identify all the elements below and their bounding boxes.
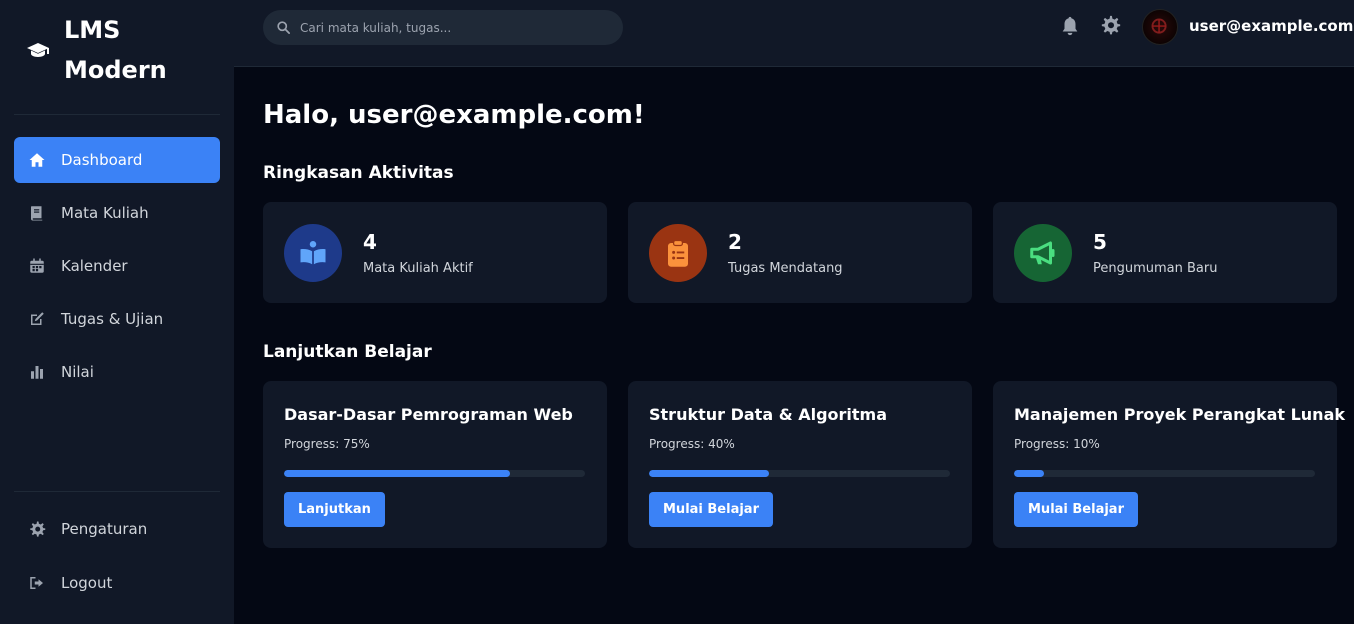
topbar: user@example.com (234, 0, 1354, 67)
edit-icon (28, 310, 46, 328)
brand-title: LMS Modern (64, 16, 167, 84)
stat-value: 5 (1093, 230, 1107, 254)
sidebar-divider (14, 491, 220, 492)
start-learning-button[interactable]: Mulai Belajar (649, 492, 773, 527)
course-title[interactable]: Dasar-Dasar Pemrograman Web (284, 405, 573, 424)
bar-chart-icon (28, 363, 46, 381)
course-title[interactable]: Manajemen Proyek Perangkat Lunak (1014, 405, 1345, 424)
avatar[interactable] (1142, 9, 1178, 45)
sidebar-item-label: Mata Kuliah (61, 204, 149, 222)
stat-value: 4 (363, 230, 377, 254)
stat-label: Pengumuman Baru (1093, 261, 1218, 276)
start-learning-button[interactable]: Mulai Belajar (1014, 492, 1138, 527)
course-title[interactable]: Struktur Data & Algoritma (649, 405, 887, 424)
stat-icon-circle (284, 224, 342, 282)
sidebar-item-nilai[interactable]: Nilai (14, 349, 220, 395)
course-card: Manajemen Proyek Perangkat Lunak Progres… (993, 381, 1345, 548)
clipboard-list-icon (668, 239, 688, 267)
progress-bar-fill (649, 470, 770, 477)
gear-icon[interactable] (1100, 15, 1122, 37)
sidebar-item-label: Kalender (61, 257, 128, 275)
graduation-cap-icon (26, 38, 50, 62)
sidebar-item-label: Pengaturan (61, 520, 148, 538)
sidebar-divider (14, 114, 220, 115)
book-icon (28, 204, 46, 222)
continue-title: Lanjutkan Belajar (263, 342, 432, 362)
course-progress-text: Progress: 10% (1014, 437, 1100, 451)
gear-icon (28, 520, 46, 538)
progress-bar (649, 470, 950, 477)
sidebar-item-label: Tugas & Ujian (61, 310, 164, 328)
user-email[interactable]: user@example.com (1189, 17, 1353, 35)
brand[interactable]: LMS Modern (26, 10, 184, 90)
home-icon (28, 151, 46, 169)
stat-label: Mata Kuliah Aktif (363, 261, 473, 276)
search-icon (277, 21, 290, 34)
stat-card-assignments[interactable]: 2 Tugas Mendatang (628, 202, 972, 303)
stat-card-announcements[interactable]: 5 Pengumuman Baru (993, 202, 1337, 303)
progress-bar-fill (284, 470, 510, 477)
page-title: Halo, user@example.com! (263, 100, 645, 130)
stat-icon-circle (649, 224, 707, 282)
bullhorn-icon (1030, 241, 1055, 265)
book-open-icon (300, 241, 326, 265)
stat-label: Tugas Mendatang (728, 261, 843, 276)
course-card: Struktur Data & Algoritma Progress: 40% … (628, 381, 972, 548)
sidebar-item-pengaturan[interactable]: Pengaturan (14, 506, 220, 552)
sidebar-item-label: Logout (61, 574, 113, 592)
sidebar-item-mata-kuliah[interactable]: Mata Kuliah (14, 190, 220, 236)
sidebar-item-logout[interactable]: Logout (14, 560, 220, 606)
search-box[interactable] (263, 10, 623, 45)
continue-button[interactable]: Lanjutkan (284, 492, 385, 527)
sidebar-item-tugas-ujian[interactable]: Tugas & Ujian (14, 296, 220, 342)
stat-value: 2 (728, 230, 742, 254)
course-progress-text: Progress: 40% (649, 437, 735, 451)
sidebar-item-dashboard[interactable]: Dashboard (14, 137, 220, 183)
calendar-icon (28, 257, 46, 275)
sidebar-item-label: Dashboard (61, 151, 143, 169)
sidebar-item-kalender[interactable]: Kalender (14, 243, 220, 289)
stat-card-courses[interactable]: 4 Mata Kuliah Aktif (263, 202, 607, 303)
sidebar-item-label: Nilai (61, 363, 94, 381)
course-progress-text: Progress: 75% (284, 437, 370, 451)
search-input[interactable] (300, 20, 600, 35)
progress-bar-fill (1014, 470, 1045, 477)
sidebar: LMS Modern Dashboard Mata Kuliah Kalende… (0, 0, 234, 624)
course-card: Dasar-Dasar Pemrograman Web Progress: 75… (263, 381, 607, 548)
stat-icon-circle (1014, 224, 1072, 282)
progress-bar (284, 470, 585, 477)
progress-bar (1014, 470, 1315, 477)
logout-icon (28, 574, 46, 592)
bell-icon[interactable] (1059, 15, 1081, 37)
summary-title: Ringkasan Aktivitas (263, 163, 454, 183)
